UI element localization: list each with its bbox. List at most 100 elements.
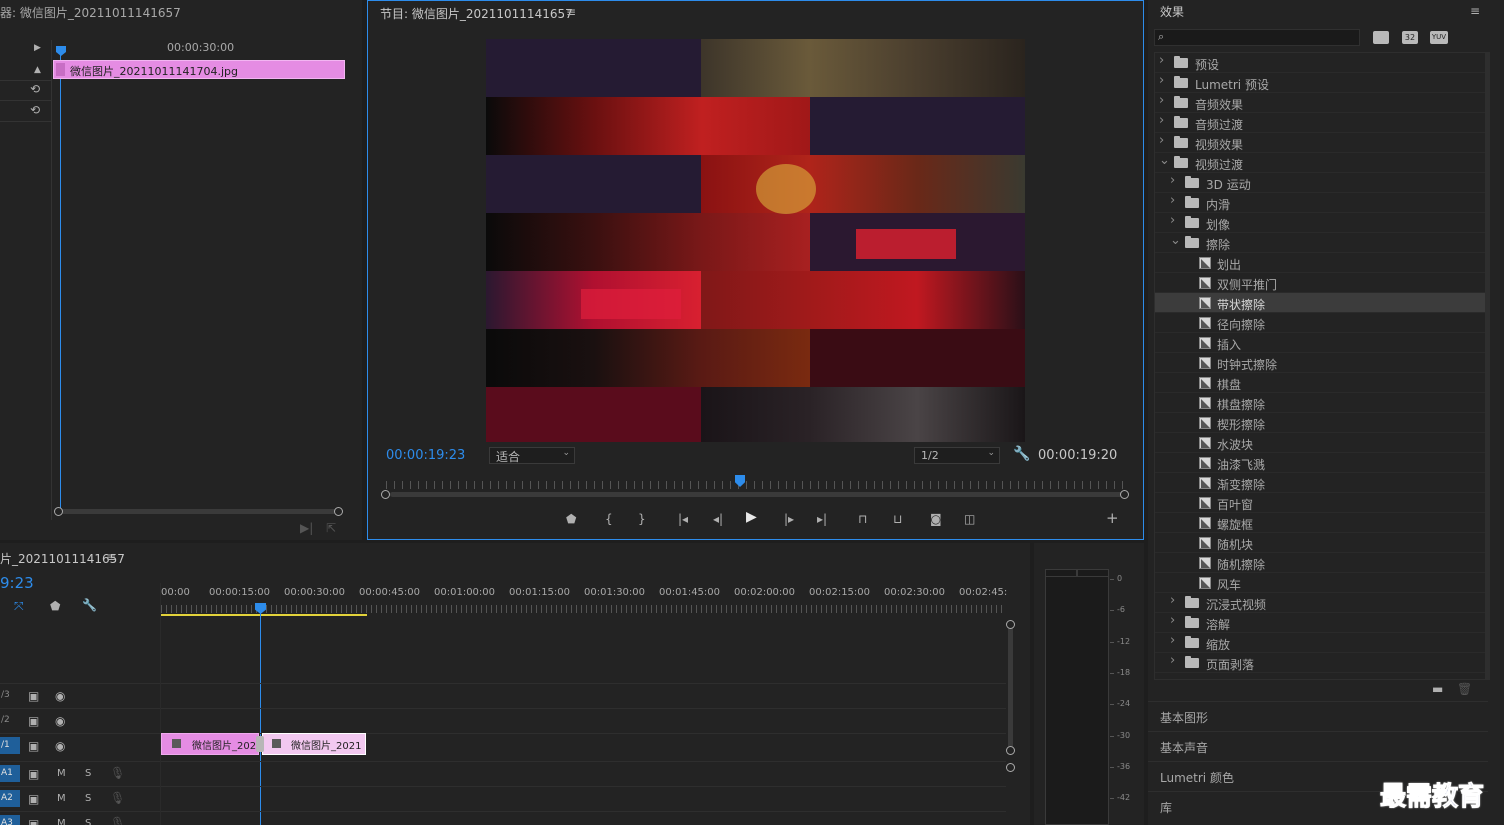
effects-item[interactable]: 划出 xyxy=(1155,253,1485,273)
track-lane[interactable] xyxy=(161,683,1006,707)
microphone-icon[interactable]: 🎙 xyxy=(110,817,125,825)
effects-item[interactable]: › 划像 xyxy=(1155,213,1485,233)
panel-section-tab[interactable]: 基本图形 xyxy=(1148,701,1488,731)
transition-marker[interactable] xyxy=(256,736,264,752)
effects-item[interactable]: 水波块 xyxy=(1155,433,1485,453)
effects-item[interactable]: ⌄ 视频过渡 xyxy=(1155,153,1485,173)
panel-section-tab[interactable]: 基本声音 xyxy=(1148,731,1488,761)
track-lane[interactable] xyxy=(161,761,1006,785)
program-video-frame[interactable] xyxy=(486,39,1025,442)
reset-icon-2[interactable]: ⟲ xyxy=(30,104,40,116)
chevron-right-icon[interactable]: › xyxy=(1170,213,1175,228)
eye-icon[interactable]: ◉ xyxy=(55,690,65,702)
chevron-right-icon[interactable]: › xyxy=(1170,653,1175,668)
go-to-in-icon[interactable]: |◂ xyxy=(678,513,688,525)
chevron-down-icon[interactable]: ⌄ xyxy=(1159,153,1170,168)
track-name[interactable]: /2 xyxy=(0,712,20,729)
effects-item[interactable]: 插入 xyxy=(1155,333,1485,353)
effects-item[interactable]: 随机块 xyxy=(1155,533,1485,553)
effects-scrollbar[interactable] xyxy=(1486,52,1490,680)
effects-item[interactable]: › 页面剥落 xyxy=(1155,653,1485,673)
effects-item[interactable]: › 视频效果 xyxy=(1155,133,1485,153)
chevron-right-icon[interactable]: › xyxy=(1159,73,1164,88)
add-marker-icon[interactable]: ⬟ xyxy=(50,600,60,612)
track-output-icon[interactable]: ▣ xyxy=(28,715,39,727)
track-header[interactable]: /1 ▣ ◉ xyxy=(0,733,160,757)
chevron-right-icon[interactable]: › xyxy=(1159,133,1164,148)
chevron-down-icon[interactable]: ⌄ xyxy=(1170,233,1181,248)
timeline-clip-1[interactable]: 微信图片_202 xyxy=(161,733,259,755)
source-zoom-bar[interactable] xyxy=(58,509,340,514)
track-lane[interactable] xyxy=(161,708,1006,732)
mute-button[interactable]: M xyxy=(57,793,66,804)
program-zoom-bar[interactable] xyxy=(390,492,1124,497)
track-header[interactable]: A2 ▣ M S 🎙 xyxy=(0,786,160,810)
source-clip[interactable]: 微信图片_20211011141704.jpg xyxy=(53,60,345,79)
chevron-right-icon[interactable]: › xyxy=(1170,633,1175,648)
settings-wrench-icon[interactable]: 🔧 xyxy=(82,599,97,611)
chevron-right-icon[interactable]: › xyxy=(1170,613,1175,628)
panel-menu-icon[interactable]: ≡ xyxy=(566,6,576,18)
effects-item[interactable]: › Lumetri 预设 xyxy=(1155,73,1485,93)
effects-item[interactable]: › 沉浸式视频 xyxy=(1155,593,1485,613)
step-forward-icon[interactable]: |▸ xyxy=(784,513,794,525)
timeline-clip-2[interactable]: 微信图片_2021 xyxy=(262,733,366,755)
play-button-icon[interactable]: ▶ xyxy=(746,510,757,524)
chevron-right-icon[interactable]: › xyxy=(1170,593,1175,608)
track-name[interactable]: /1 xyxy=(0,737,20,754)
panel-menu-icon[interactable]: ≡ xyxy=(1470,5,1480,17)
effects-search-input[interactable]: ⌕ xyxy=(1154,29,1360,46)
program-monitor-title[interactable]: 节目: 微信图片_20211011141657 xyxy=(380,5,573,22)
effects-item[interactable]: 双侧平推门 xyxy=(1155,273,1485,293)
track-name[interactable]: A3 xyxy=(0,815,20,825)
solo-button[interactable]: S xyxy=(85,768,91,779)
effects-item[interactable]: › 预设 xyxy=(1155,53,1485,73)
effects-item[interactable]: › 音频效果 xyxy=(1155,93,1485,113)
step-back-icon[interactable]: ◂| xyxy=(713,513,723,525)
wrench-icon[interactable]: 🔧 xyxy=(1013,447,1030,461)
effects-item[interactable]: 螺旋框 xyxy=(1155,513,1485,533)
effects-item[interactable]: 百叶窗 xyxy=(1155,493,1485,513)
chevron-right-icon[interactable]: › xyxy=(1159,53,1164,68)
track-lane[interactable] xyxy=(161,811,1006,825)
export-frame-icon[interactable]: ⇱ xyxy=(326,522,336,534)
yuv-effects-icon[interactable]: YUV xyxy=(1430,31,1448,44)
effects-item[interactable]: › 音频过渡 xyxy=(1155,113,1485,133)
mute-button[interactable]: M xyxy=(57,818,66,825)
chevron-right-icon[interactable]: › xyxy=(1159,93,1164,108)
track-output-icon[interactable]: ▣ xyxy=(28,768,39,780)
fit-dropdown[interactable]: 适合 ⌄ xyxy=(489,447,575,464)
camera-icon[interactable]: ◙ xyxy=(930,513,942,525)
track-name[interactable]: /3 xyxy=(0,687,20,704)
effects-item[interactable]: 带状擦除 xyxy=(1155,293,1485,313)
effects-item[interactable]: 时钟式擦除 xyxy=(1155,353,1485,373)
effects-item[interactable]: 棋盘 xyxy=(1155,373,1485,393)
mark-out-icon[interactable]: } xyxy=(638,513,646,525)
new-folder-icon[interactable]: ▬ xyxy=(1432,683,1443,695)
timeline-ruler[interactable]: 00:00 00:00:15:00 00:00:30:00 00:00:45:00 00… xyxy=(161,583,1011,617)
effects-item[interactable]: › 溶解 xyxy=(1155,613,1485,633)
snap-icon[interactable]: ⤧ xyxy=(14,600,24,612)
lift-icon[interactable]: ⊓ xyxy=(858,513,867,525)
extract-icon[interactable]: ⊔ xyxy=(893,513,902,525)
chevron-right-icon[interactable]: › xyxy=(1170,193,1175,208)
program-ruler[interactable] xyxy=(386,481,1126,489)
timeline-vscroll[interactable] xyxy=(1008,625,1013,749)
resolution-dropdown[interactable]: 1/2 ⌄ xyxy=(914,447,1000,464)
triangle-up-icon[interactable]: ▲ xyxy=(34,64,41,76)
effects-item[interactable]: 渐变擦除 xyxy=(1155,473,1485,493)
microphone-icon[interactable]: 🎙 xyxy=(110,767,125,779)
program-timecode-current[interactable]: 00:00:19:23 xyxy=(386,448,465,463)
effects-item[interactable]: › 内滑 xyxy=(1155,193,1485,213)
source-monitor-title[interactable]: 器: 微信图片_20211011141657 xyxy=(0,4,181,21)
effects-title[interactable]: 效果 xyxy=(1160,3,1184,20)
track-output-icon[interactable]: ▣ xyxy=(28,740,39,752)
effects-item[interactable]: 油漆飞溅 xyxy=(1155,453,1485,473)
track-header[interactable]: A3 ▣ M S 🎙 xyxy=(0,811,160,825)
effects-item[interactable]: ⌄ 擦除 xyxy=(1155,233,1485,253)
chevron-right-icon[interactable]: › xyxy=(1170,173,1175,188)
add-button-icon[interactable]: + xyxy=(1106,511,1119,526)
effects-item[interactable]: 随机擦除 xyxy=(1155,553,1485,573)
go-to-out-icon[interactable]: ▸| xyxy=(817,513,827,525)
marker-icon[interactable]: ⬟ xyxy=(566,513,576,525)
